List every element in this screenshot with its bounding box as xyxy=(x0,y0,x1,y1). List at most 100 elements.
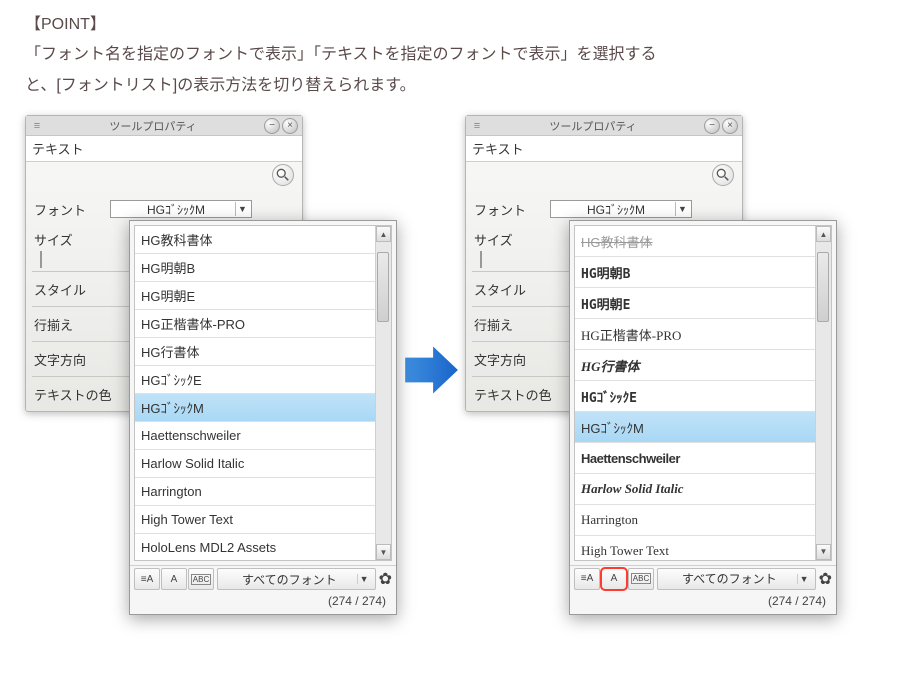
font-label: フォント xyxy=(474,200,550,219)
search-row xyxy=(26,162,302,192)
scroll-thumb[interactable] xyxy=(817,252,829,322)
font-list-item[interactable]: HG明朝B xyxy=(575,257,831,288)
size-label: サイズ xyxy=(34,230,110,249)
font-list-item[interactable]: Harrington xyxy=(135,478,391,506)
panel-title: ツールプロパティ xyxy=(484,118,702,134)
style-label: スタイル xyxy=(34,280,110,299)
scroll-thumb[interactable] xyxy=(377,252,389,322)
font-list-item[interactable]: HGｺﾞｼｯｸE xyxy=(135,366,391,394)
right-panel-wrap: ≡ ツールプロパティ − × テキスト フォント HGｺﾞｼｯｸM ▼ xyxy=(465,115,835,625)
minimize-button[interactable]: − xyxy=(264,118,280,134)
font-list-item[interactable]: HG正楷書体-PRO xyxy=(575,319,831,350)
list-mode-c-icon[interactable]: ABC xyxy=(628,568,654,590)
font-list-item[interactable]: Haettenschweiler xyxy=(575,443,831,474)
direction-label: 文字方向 xyxy=(34,350,110,369)
font-list-item[interactable]: HGｺﾞｼｯｸM xyxy=(575,412,831,443)
panel-subheader: テキスト xyxy=(26,136,302,162)
font-count: (274 / 274) xyxy=(570,592,836,614)
panel-titlebar[interactable]: ≡ ツールプロパティ − × xyxy=(26,116,302,136)
font-dropdown-left: HG教科書体HG明朝BHG明朝EHG正楷書体-PROHG行書体HGｺﾞｼｯｸEH… xyxy=(129,220,397,615)
dropdown-footer: ≡A A ABC すべてのフォント ▼ ✿ xyxy=(130,565,396,592)
font-label: フォント xyxy=(34,200,110,219)
filter-select[interactable]: すべてのフォント ▼ xyxy=(657,568,816,590)
grip-icon[interactable]: ≡ xyxy=(30,119,44,133)
point-heading: 【POINT】 xyxy=(25,16,106,33)
font-list-item[interactable]: HG正楷書体-PRO xyxy=(135,310,391,338)
gear-icon[interactable]: ✿ xyxy=(819,569,832,589)
font-list-right[interactable]: HG教科書体HG明朝BHG明朝EHG正楷書体-PROHG行書体HGｺﾞｼｯｸEH… xyxy=(574,225,832,561)
list-mode-a-icon[interactable]: ≡A xyxy=(574,568,600,590)
scrollbar[interactable]: ▲ ▼ xyxy=(375,226,391,560)
scroll-track[interactable] xyxy=(376,242,391,544)
minimize-button[interactable]: − xyxy=(704,118,720,134)
grip-icon[interactable]: ≡ xyxy=(470,119,484,133)
font-list-item[interactable]: Harrington xyxy=(575,505,831,536)
font-list-item[interactable]: HoloLens MDL2 Assets xyxy=(135,534,391,561)
close-button[interactable]: × xyxy=(722,118,738,134)
font-dropdown-right: HG教科書体HG明朝BHG明朝EHG正楷書体-PROHG行書体HGｺﾞｼｯｸEH… xyxy=(569,220,837,615)
chevron-down-icon[interactable]: ▼ xyxy=(357,574,371,584)
font-list-item[interactable]: High Tower Text xyxy=(575,536,831,561)
style-label: スタイル xyxy=(474,280,550,299)
font-list-item[interactable]: Haettenschweiler xyxy=(135,422,391,450)
size-label: サイズ xyxy=(474,230,550,249)
list-mode-b-icon[interactable]: A xyxy=(601,568,627,590)
font-combobox[interactable]: HGｺﾞｼｯｸM ▼ xyxy=(110,200,252,218)
font-list-item[interactable]: HGｺﾞｼｯｸE xyxy=(575,381,831,412)
list-mode-a-icon[interactable]: ≡A xyxy=(134,568,160,590)
textcolor-label: テキストの色 xyxy=(34,385,112,404)
list-mode-c-icon[interactable]: ABC xyxy=(188,568,214,590)
scroll-down-icon[interactable]: ▼ xyxy=(376,544,391,560)
textcolor-label: テキストの色 xyxy=(474,385,552,404)
filter-value: すべてのフォント xyxy=(222,571,357,588)
chevron-down-icon[interactable]: ▼ xyxy=(235,202,249,216)
magnifier-icon[interactable] xyxy=(712,164,734,186)
size-input[interactable] xyxy=(480,251,482,268)
left-panel-wrap: ≡ ツールプロパティ − × テキスト フォント HGｺﾞｼｯｸM ▼ xyxy=(25,115,395,625)
subheader-text: テキスト xyxy=(32,139,296,158)
font-list-item[interactable]: HG教科書体 xyxy=(135,226,391,254)
font-combo-value: HGｺﾞｼｯｸM xyxy=(117,201,235,218)
magnifier-icon[interactable] xyxy=(272,164,294,186)
scrollbar[interactable]: ▲ ▼ xyxy=(815,226,831,560)
font-list-item[interactable]: HG明朝E xyxy=(575,288,831,319)
filter-value: すべてのフォント xyxy=(662,570,797,587)
font-combobox[interactable]: HGｺﾞｼｯｸM ▼ xyxy=(550,200,692,218)
close-button[interactable]: × xyxy=(282,118,298,134)
search-row xyxy=(466,162,742,192)
subheader-text: テキスト xyxy=(472,139,736,158)
chevron-down-icon[interactable]: ▼ xyxy=(797,574,811,584)
font-list-left[interactable]: HG教科書体HG明朝BHG明朝EHG正楷書体-PROHG行書体HGｺﾞｼｯｸEH… xyxy=(134,225,392,561)
align-label: 行揃え xyxy=(34,315,110,334)
scroll-up-icon[interactable]: ▲ xyxy=(376,226,391,242)
font-list-item[interactable]: HG明朝B xyxy=(135,254,391,282)
panel-titlebar[interactable]: ≡ ツールプロパティ − × xyxy=(466,116,742,136)
scroll-track[interactable] xyxy=(816,242,831,544)
font-list-item[interactable]: HGｺﾞｼｯｸM xyxy=(135,394,391,422)
dropdown-footer: ≡A A ABC すべてのフォント ▼ ✿ xyxy=(570,565,836,592)
font-count: (274 / 274) xyxy=(130,592,396,614)
size-input[interactable] xyxy=(40,251,42,268)
font-list-item[interactable]: HG行書体 xyxy=(135,338,391,366)
font-list-item[interactable]: High Tower Text xyxy=(135,506,391,534)
arrow-icon xyxy=(399,339,461,401)
font-list-item[interactable]: Harlow Solid Italic xyxy=(575,474,831,505)
list-mode-b-icon[interactable]: A xyxy=(161,568,187,590)
font-list-item[interactable]: Harlow Solid Italic xyxy=(135,450,391,478)
font-list-item[interactable]: HG明朝E xyxy=(135,282,391,310)
direction-label: 文字方向 xyxy=(474,350,550,369)
point-description: 【POINT】 「フォント名を指定のフォントで表示」「テキストを指定のフォントで… xyxy=(25,10,875,101)
font-list-item[interactable]: HG行書体 xyxy=(575,350,831,381)
gear-icon[interactable]: ✿ xyxy=(379,569,392,589)
point-line2: と、[フォントリスト]の表示方法を切り替えられます。 xyxy=(25,77,416,94)
panel-subheader: テキスト xyxy=(466,136,742,162)
panel-title: ツールプロパティ xyxy=(44,118,262,134)
panels-row: ≡ ツールプロパティ − × テキスト フォント HGｺﾞｼｯｸM ▼ xyxy=(25,115,875,625)
align-label: 行揃え xyxy=(474,315,550,334)
point-line1: 「フォント名を指定のフォントで表示」「テキストを指定のフォントで表示」を選択する xyxy=(25,46,657,63)
font-list-item[interactable]: HG教科書体 xyxy=(575,226,831,257)
scroll-up-icon[interactable]: ▲ xyxy=(816,226,831,242)
filter-select[interactable]: すべてのフォント ▼ xyxy=(217,568,376,590)
scroll-down-icon[interactable]: ▼ xyxy=(816,544,831,560)
chevron-down-icon[interactable]: ▼ xyxy=(675,202,689,216)
